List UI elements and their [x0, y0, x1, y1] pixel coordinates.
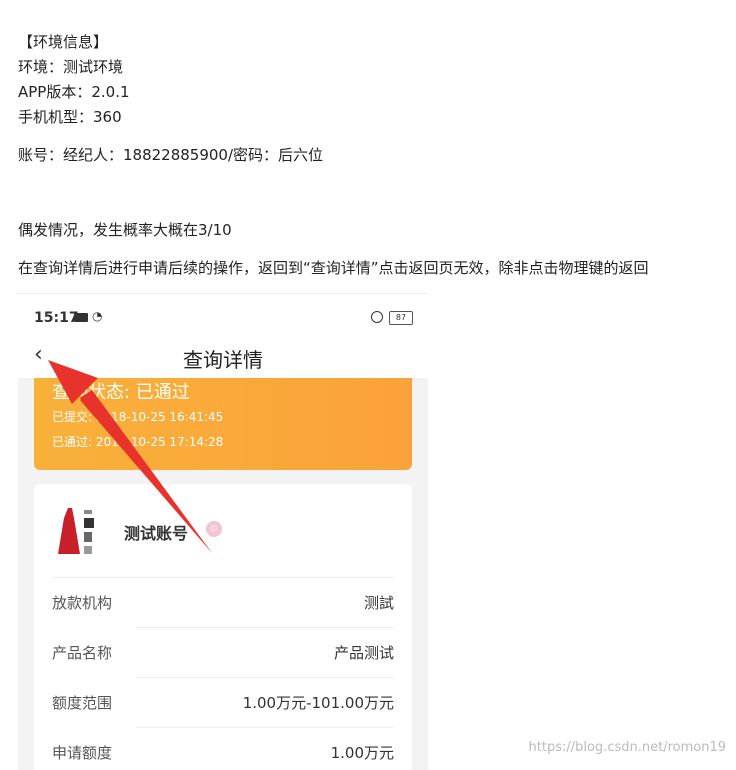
doc-frequency: 偶发情况，发生概率大概在3/10	[18, 221, 232, 239]
row-label: 申请额度	[52, 744, 113, 762]
submitted-time: 已提交: 2018-10-25 16:41:45	[52, 410, 224, 424]
watermark: https://blog.csdn.net/romon19	[528, 740, 726, 755]
doc-env-title: 【环境信息】	[18, 33, 109, 51]
row-label: 放款机构	[52, 594, 113, 612]
row-value: 1.00万元	[330, 744, 394, 762]
page-title: 查询详情	[183, 348, 263, 372]
detail-card: 测试账号 ⊙ 放款机构 测試 产品名称 产品测试 额度范围 1.00万元-101…	[34, 484, 412, 770]
status-time: 15:17	[34, 310, 79, 326]
status-bar: 15:17 ◔ 87	[18, 294, 428, 338]
status-banner: 查询状态: 已通过 已提交: 2018-10-25 16:41:45 已通过: …	[34, 378, 412, 470]
row-value: 1.00万元-101.00万元	[242, 694, 394, 712]
detail-row: 额度范围 1.00万元-101.00万元	[34, 678, 412, 728]
nav-bar: 查询详情 ‹	[18, 338, 428, 378]
passed-time: 已通过: 2018-10-25 17:14:28	[52, 435, 224, 449]
row-label: 额度范围	[52, 694, 113, 712]
mail-icon	[74, 313, 88, 322]
doc-phone-model: 手机机型：360	[18, 108, 122, 126]
product-image	[58, 508, 94, 554]
back-button[interactable]: ‹	[34, 342, 43, 367]
doc-description: 在查询详情后进行申请后续的操作，返回到“查询详情”点击返回页无效，除非点击物理键…	[18, 259, 649, 277]
wifi-icon: ◔	[92, 309, 103, 323]
row-value: 产品测试	[333, 644, 394, 662]
battery-icon: 87	[389, 311, 413, 325]
doc-account: 账号：经纪人：18822885900/密码：后六位	[18, 146, 324, 164]
tag-icon: ⊙	[206, 521, 222, 537]
phone-screenshot: 15:17 ◔ 87 查询详情 ‹ 查询状态: 已通过 已提交: 2018-10…	[18, 293, 428, 770]
doc-app-version: APP版本：2.0.1	[18, 83, 130, 101]
row-value: 测試	[363, 594, 394, 612]
detail-row: 放款机构 测試	[34, 578, 412, 628]
query-status: 查询状态: 已通过	[52, 382, 190, 403]
detail-row: 申请额度 1.00万元	[34, 728, 412, 770]
row-label: 产品名称	[52, 644, 113, 662]
detail-row: 产品名称 产品测试	[34, 628, 412, 678]
lock-icon	[371, 311, 383, 323]
doc-env-line: 环境：测试环境	[18, 58, 124, 76]
product-name: 测试账号	[124, 524, 189, 543]
